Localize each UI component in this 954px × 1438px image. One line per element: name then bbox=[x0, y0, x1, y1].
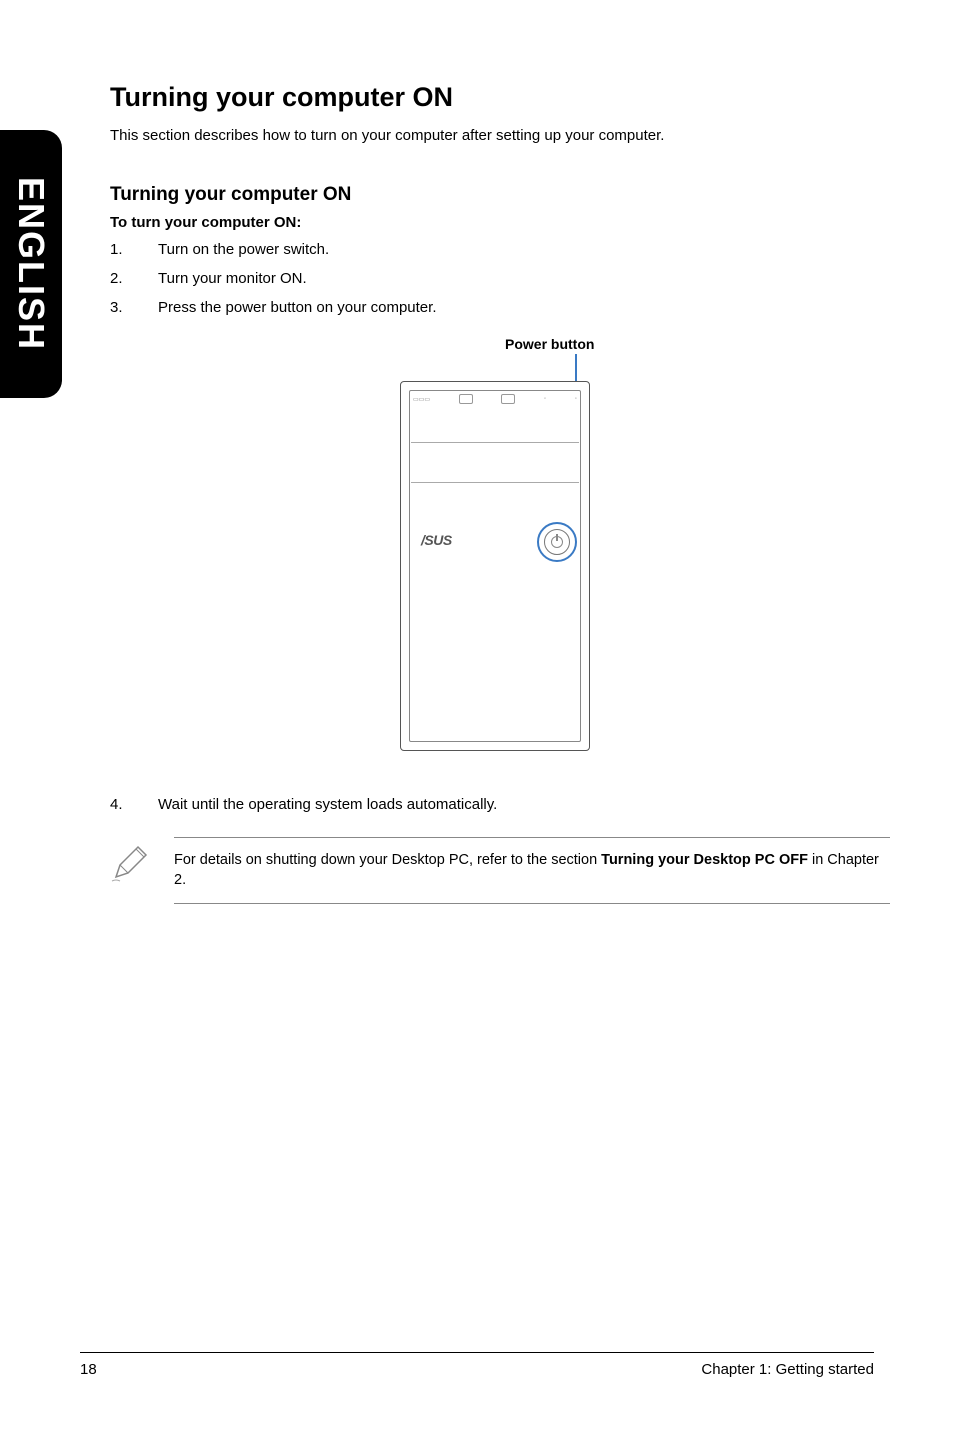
drive-bay-row: ▭▭▭ ◦ ◦ bbox=[413, 394, 577, 404]
steps-list-continued: 4. Wait until the operating system loads… bbox=[110, 796, 890, 813]
sub-heading: Turning your computer ON bbox=[110, 184, 890, 206]
step-text: Turn on the power switch. bbox=[158, 241, 890, 258]
port-icon: ◦ bbox=[575, 396, 577, 402]
step-text: Wait until the operating system loads au… bbox=[158, 796, 890, 813]
note-prefix: For details on shutting down your Deskto… bbox=[174, 852, 601, 868]
steps-list: 1. Turn on the power switch. 2. Turn you… bbox=[110, 241, 890, 316]
power-button bbox=[544, 529, 570, 555]
step-item: 2. Turn your monitor ON. bbox=[110, 270, 890, 287]
step-text: Press the power button on your computer. bbox=[158, 299, 890, 316]
step-number: 4. bbox=[110, 796, 158, 813]
page-number: 18 bbox=[80, 1361, 97, 1378]
drive-slot-icon bbox=[501, 394, 515, 404]
intro-text: This section describes how to turn on yo… bbox=[110, 127, 890, 144]
chapter-label: Chapter 1: Getting started bbox=[701, 1361, 874, 1378]
step-number: 1. bbox=[110, 241, 158, 258]
pencil-icon bbox=[110, 843, 150, 883]
panel-line bbox=[411, 442, 579, 443]
step-item: 3. Press the power button on your comput… bbox=[110, 299, 890, 316]
port-icon: ◦ bbox=[544, 396, 546, 402]
step-number: 2. bbox=[110, 270, 158, 287]
power-button-highlight bbox=[537, 522, 577, 562]
language-label: ENGLISH bbox=[10, 177, 52, 351]
main-heading: Turning your computer ON bbox=[110, 82, 890, 113]
step-text: Turn your monitor ON. bbox=[158, 270, 890, 287]
note-bold: Turning your Desktop PC OFF bbox=[601, 852, 808, 868]
language-tab: ENGLISH bbox=[0, 130, 62, 398]
panel-line bbox=[411, 482, 579, 483]
computer-tower: ▭▭▭ ◦ ◦ /SUS bbox=[400, 381, 590, 751]
page-content: Turning your computer ON This section de… bbox=[110, 82, 890, 904]
instruction-lead: To turn your computer ON: bbox=[110, 214, 890, 231]
note-text: For details on shutting down your Deskto… bbox=[174, 837, 890, 904]
step-number: 3. bbox=[110, 299, 158, 316]
note-block: For details on shutting down your Deskto… bbox=[110, 837, 890, 904]
step-item: 4. Wait until the operating system loads… bbox=[110, 796, 890, 813]
brand-logo: /SUS bbox=[421, 532, 452, 548]
diagram-block: Power button ▭▭▭ ◦ ◦ /SUS bbox=[110, 336, 890, 766]
drive-slot-icon bbox=[459, 394, 473, 404]
diagram: Power button ▭▭▭ ◦ ◦ /SUS bbox=[370, 336, 630, 766]
power-button-label: Power button bbox=[505, 336, 594, 352]
step-item: 1. Turn on the power switch. bbox=[110, 241, 890, 258]
drive-slot-icon: ▭▭▭ bbox=[413, 396, 430, 403]
power-icon bbox=[551, 536, 563, 548]
page-footer: 18 Chapter 1: Getting started bbox=[80, 1352, 874, 1378]
